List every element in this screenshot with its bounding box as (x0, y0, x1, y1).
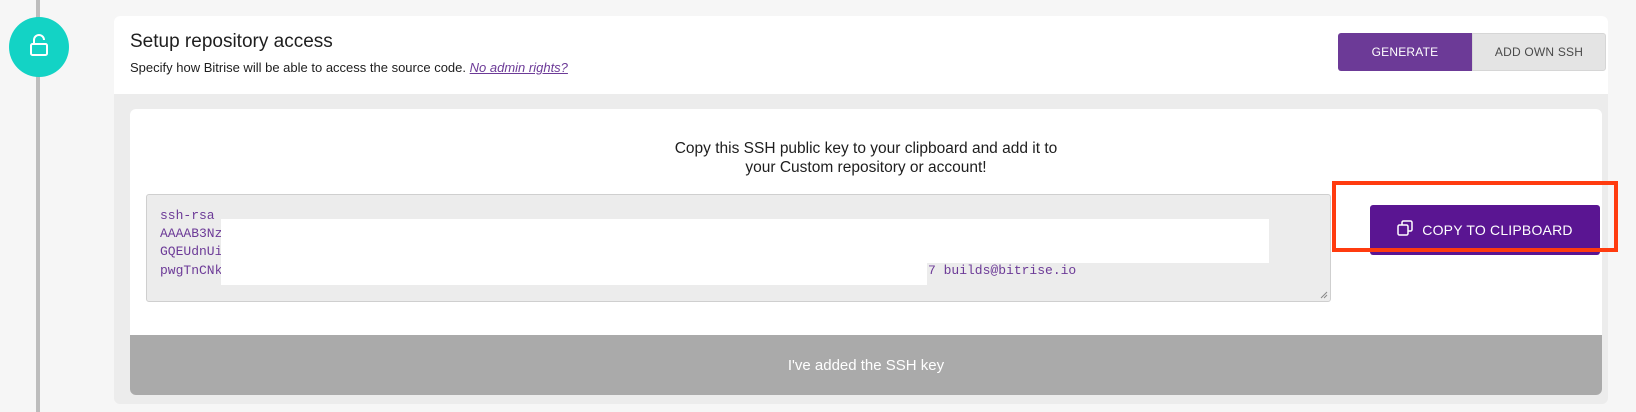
ssh-key-panel: Copy this SSH public key to your clipboa… (130, 109, 1602, 395)
resize-handle-icon[interactable] (1320, 291, 1328, 299)
key-line-1: ssh-rsa (160, 208, 215, 223)
ssh-key-textarea[interactable]: ssh-rsa AAAAB3Nz GQEUdnUi pwgTnCNk 7 bui… (146, 194, 1331, 302)
key-line-3: GQEUdnUi (160, 244, 223, 259)
subtitle-text: Specify how Bitrise will be able to acce… (130, 60, 467, 75)
lock-open-icon (29, 33, 49, 62)
highlight-annotation-box (1332, 181, 1618, 252)
key-line-2: AAAAB3Nz (160, 226, 223, 241)
redaction-block-bottom (221, 263, 927, 285)
no-admin-rights-link[interactable]: No admin rights? (470, 60, 568, 75)
key-line-4: pwgTnCNk (160, 263, 223, 278)
step-indicator (9, 17, 69, 77)
instruction-line-1: Copy this SSH public key to your clipboa… (674, 140, 1058, 157)
ssh-instruction: Copy this SSH public key to your clipboa… (130, 139, 1602, 177)
instruction-line-2: your Custom repository or account! (745, 159, 987, 176)
ssh-key-added-button[interactable]: I've added the SSH key (130, 335, 1602, 395)
key-suffix: 7 builds@bitrise.io (928, 263, 1077, 278)
add-own-ssh-tab-button[interactable]: ADD OWN SSH (1472, 33, 1606, 71)
card-header: Setup repository access Specify how Bitr… (114, 16, 1608, 94)
generate-tab-button[interactable]: GENERATE (1338, 33, 1472, 71)
section-title: Setup repository access (130, 31, 333, 52)
redaction-block-top (221, 219, 1269, 263)
section-subtitle: Specify how Bitrise will be able to acce… (130, 60, 568, 75)
